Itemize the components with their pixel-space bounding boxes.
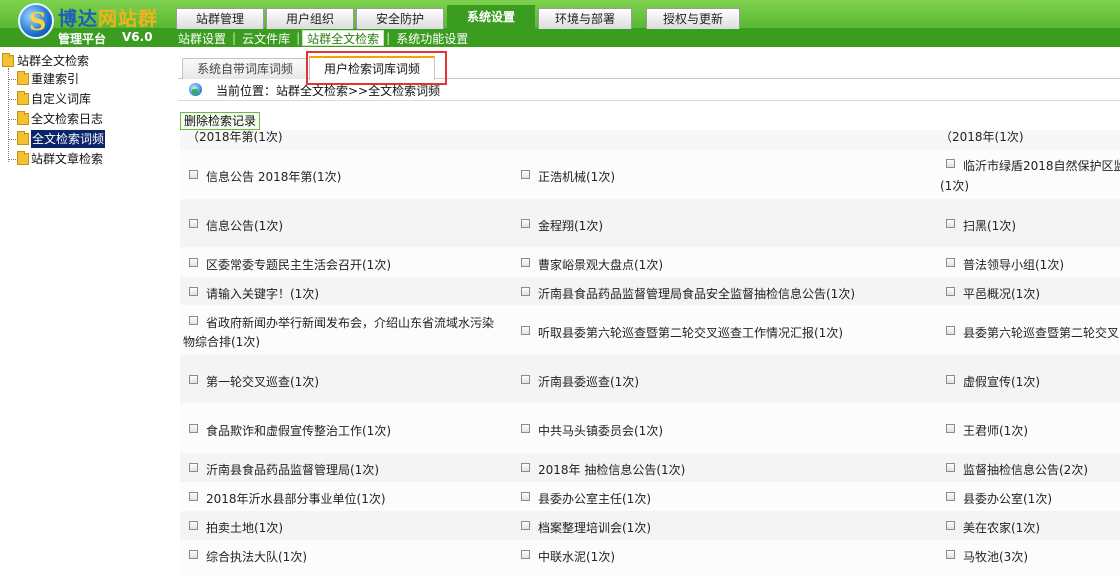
header-band bbox=[0, 28, 1120, 47]
brand-name: 博达网站群 bbox=[58, 8, 159, 30]
row-checkbox[interactable] bbox=[521, 375, 530, 384]
tree-item-search-frequency[interactable]: 全文检索词频 bbox=[0, 130, 170, 148]
tab-system-dictionary-frequency[interactable]: 系统自带词库词频 bbox=[182, 58, 309, 79]
row-checkbox[interactable] bbox=[946, 258, 955, 267]
word-frequency-grid: （2018年第(1次) （2018年(1次) 信息公告 2018年第(1次) 正… bbox=[180, 130, 1120, 576]
folder-icon bbox=[2, 53, 14, 67]
tree-item-search-log[interactable]: 全文检索日志 bbox=[0, 110, 170, 128]
row-checkbox[interactable] bbox=[946, 550, 955, 559]
sub-nav: 站群设置 | 云文件库 | 站群全文检索 | 系统功能设置 bbox=[174, 29, 472, 47]
tree-root[interactable]: 站群全文检索 bbox=[0, 52, 170, 70]
folder-icon bbox=[17, 91, 29, 105]
folder-icon bbox=[17, 111, 29, 125]
row-checkbox[interactable] bbox=[946, 287, 955, 296]
tab-security[interactable]: 安全防护 bbox=[356, 8, 444, 29]
subnav-function-settings[interactable]: 系统功能设置 bbox=[392, 30, 472, 47]
tab-environment-deployment[interactable]: 环境与部署 bbox=[538, 8, 632, 29]
tree-item-rebuild-index[interactable]: 重建索引 bbox=[0, 70, 170, 88]
row-checkbox[interactable] bbox=[189, 219, 198, 228]
row-checkbox[interactable] bbox=[189, 463, 198, 472]
row-checkbox[interactable] bbox=[521, 258, 530, 267]
row-checkbox[interactable] bbox=[946, 424, 955, 433]
row-checkbox[interactable] bbox=[521, 219, 530, 228]
row-checkbox[interactable] bbox=[189, 424, 198, 433]
row-checkbox[interactable] bbox=[946, 463, 955, 472]
row-checkbox[interactable] bbox=[946, 375, 955, 384]
row-checkbox[interactable] bbox=[189, 287, 198, 296]
row-checkbox[interactable] bbox=[521, 521, 530, 530]
subnav-fulltext-search[interactable]: 站群全文检索 bbox=[302, 30, 385, 46]
tree-item-custom-dictionary[interactable]: 自定义词库 bbox=[0, 90, 170, 108]
subnav-site-settings[interactable]: 站群设置 bbox=[174, 30, 230, 47]
row-checkbox[interactable] bbox=[946, 159, 955, 168]
row-checkbox[interactable] bbox=[521, 287, 530, 296]
row-checkbox[interactable] bbox=[521, 326, 530, 335]
row-checkbox[interactable] bbox=[946, 521, 955, 530]
row-checkbox[interactable] bbox=[521, 550, 530, 559]
row-checkbox[interactable] bbox=[946, 219, 955, 228]
version-label: V6.0 bbox=[122, 30, 153, 44]
row-checkbox[interactable] bbox=[189, 492, 198, 501]
row-checkbox[interactable] bbox=[946, 326, 955, 335]
breadcrumb: 当前位置：站群全文检索>>全文检索词频 bbox=[178, 79, 1120, 101]
row-checkbox[interactable] bbox=[189, 258, 198, 267]
row-checkbox[interactable] bbox=[189, 550, 198, 559]
tree-item-article-search[interactable]: 站群文章检索 bbox=[0, 150, 170, 168]
breadcrumb-text: 当前位置：站群全文检索>>全文检索词频 bbox=[216, 84, 441, 98]
row-checkbox[interactable] bbox=[189, 316, 198, 325]
row-checkbox[interactable] bbox=[521, 492, 530, 501]
tab-user-organization[interactable]: 用户组织 bbox=[266, 8, 354, 29]
delete-search-records-button[interactable]: 删除检索记录 bbox=[180, 112, 261, 130]
tab-system-settings[interactable]: 系统设置 bbox=[447, 5, 535, 29]
folder-icon bbox=[17, 151, 29, 165]
row-checkbox[interactable] bbox=[189, 170, 198, 179]
folder-icon bbox=[17, 131, 29, 145]
tab-site-group-management[interactable]: 站群管理 bbox=[176, 8, 264, 29]
row-checkbox[interactable] bbox=[521, 424, 530, 433]
row-checkbox[interactable] bbox=[521, 463, 530, 472]
tab-license-update[interactable]: 授权与更新 bbox=[646, 8, 740, 29]
row-checkbox[interactable] bbox=[189, 375, 198, 384]
row-checkbox[interactable] bbox=[189, 521, 198, 530]
subnav-cloud-files[interactable]: 云文件库 bbox=[238, 30, 294, 47]
logo-icon: S bbox=[18, 3, 54, 39]
location-icon bbox=[189, 83, 202, 96]
folder-icon bbox=[17, 71, 29, 85]
platform-label: 管理平台 bbox=[58, 32, 107, 46]
row-checkbox[interactable] bbox=[946, 492, 955, 501]
row-checkbox[interactable] bbox=[521, 170, 530, 179]
top-header: S 博达网站群 管理平台 V6.0 站群管理 用户组织 安全防护 系统设置 环境… bbox=[0, 0, 1120, 47]
